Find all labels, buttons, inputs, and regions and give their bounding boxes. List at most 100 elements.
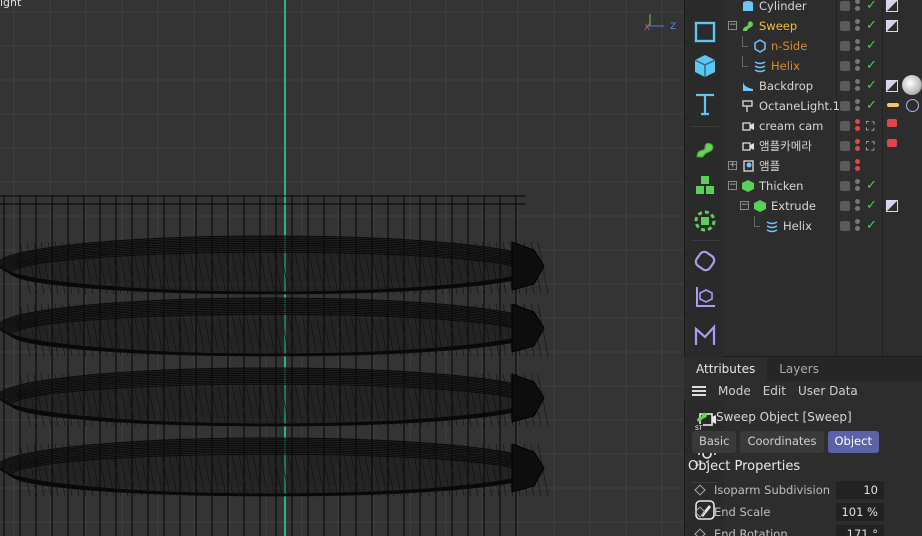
visibility-dots-icon[interactable] [855, 118, 861, 134]
object-name[interactable]: Helix [783, 219, 812, 233]
layer-swatch-icon[interactable] [840, 1, 850, 11]
visibility-dots-icon[interactable] [855, 98, 861, 114]
object-name[interactable]: OctaneLight.1 [759, 99, 840, 113]
enabled-check-icon[interactable]: ✓ [866, 58, 877, 73]
text-icon[interactable] [689, 88, 721, 120]
object-name[interactable]: Extrude [771, 199, 816, 213]
menu-mode[interactable]: Mode [718, 384, 751, 398]
object-row[interactable]: cream cam ⛶ [724, 116, 922, 136]
layer-swatch-icon[interactable] [840, 161, 850, 171]
enabled-check-icon[interactable]: ✓ [866, 38, 877, 53]
menu-icon[interactable] [692, 386, 706, 396]
object-name[interactable]: Cylinder [759, 0, 807, 13]
enabled-check-icon[interactable]: ✓ [866, 98, 877, 113]
layer-swatch-icon[interactable] [840, 81, 850, 91]
tab-layers[interactable]: Layers [767, 357, 831, 381]
layer-swatch-icon[interactable] [840, 21, 850, 31]
expand-toggle-icon[interactable]: − [728, 181, 737, 190]
visibility-dots-icon[interactable] [855, 158, 861, 174]
expand-toggle-icon[interactable]: − [728, 21, 737, 30]
visibility-dots-icon[interactable] [855, 138, 861, 154]
object-name[interactable]: n-Side [771, 39, 807, 53]
visibility-dots-icon[interactable] [855, 198, 861, 214]
render-camera-tag-icon[interactable] [887, 119, 897, 127]
object-name[interactable]: cream cam [759, 119, 823, 133]
object-name[interactable]: Backdrop [759, 79, 813, 93]
object-name[interactable]: Thicken [759, 179, 803, 193]
visibility-dots-icon[interactable] [855, 218, 861, 234]
cube-outline-icon[interactable] [689, 16, 721, 48]
object-row[interactable]: + 앰플 [724, 156, 922, 176]
object-row[interactable]: n-Side ✓ [724, 36, 922, 56]
target-tag-icon[interactable] [906, 99, 919, 112]
expand-toggle-icon[interactable]: + [728, 161, 737, 170]
light-tag-icon[interactable] [887, 103, 899, 107]
enabled-check-icon[interactable]: ✓ [866, 18, 877, 33]
object-row[interactable]: − Sweep ✓ [724, 16, 922, 36]
visibility-dots-icon[interactable] [855, 18, 861, 34]
material-tag-icon[interactable] [886, 200, 898, 212]
object-name[interactable]: 앰플카메라 [759, 138, 812, 154]
cubes-icon[interactable] [689, 170, 721, 202]
visibility-dots-icon[interactable] [855, 38, 861, 54]
subtab-object[interactable]: Object [827, 431, 879, 453]
object-row[interactable]: − Thicken ✓ [724, 176, 922, 196]
keyframe-diamond-icon[interactable] [694, 484, 706, 496]
object-row[interactable]: Cylinder ✓ [724, 0, 922, 16]
enabled-check-icon[interactable]: ✓ [866, 0, 877, 13]
subtab-coordinates[interactable]: Coordinates [740, 431, 824, 453]
object-row[interactable]: − Extrude ✓ [724, 196, 922, 216]
layer-swatch-icon[interactable] [840, 121, 850, 131]
property-row: End Scale 101 % [684, 502, 922, 522]
cube-icon[interactable] [689, 50, 721, 82]
camera-target-icon[interactable]: ⛶ [866, 139, 874, 154]
object-row[interactable]: Backdrop ✓ [724, 75, 922, 96]
layer-swatch-icon[interactable] [840, 201, 850, 211]
object-name[interactable]: 앰플 [759, 158, 780, 174]
layer-swatch-icon[interactable] [840, 221, 850, 231]
enabled-check-icon[interactable]: ✓ [866, 178, 877, 193]
menu-edit[interactable]: Edit [763, 384, 786, 398]
object-row[interactable]: Helix ✓ [724, 216, 922, 236]
keyframe-diamond-icon[interactable] [694, 528, 706, 536]
object-row[interactable]: Helix ✓ [724, 56, 922, 76]
camera-target-icon[interactable]: ⛶ [866, 119, 874, 134]
object-row[interactable]: 앰플카메라 ⛶ [724, 136, 922, 156]
helix-tube [0, 437, 549, 497]
enabled-check-icon[interactable]: ✓ [866, 78, 877, 93]
sweep-icon[interactable] [689, 134, 721, 166]
layer-swatch-icon[interactable] [840, 181, 850, 191]
enabled-check-icon[interactable]: ✓ [866, 198, 877, 213]
menu-user-data[interactable]: User Data [798, 384, 858, 398]
layer-swatch-icon[interactable] [840, 41, 850, 51]
expand-toggle-icon[interactable]: − [740, 201, 749, 210]
material-tag-icon[interactable] [886, 0, 898, 12]
material-tag-icon[interactable] [886, 80, 898, 92]
layer-swatch-icon[interactable] [840, 101, 850, 111]
material-tag-icon[interactable] [886, 20, 898, 32]
deformer-icon[interactable] [689, 245, 721, 277]
property-value-field[interactable]: 171 ° [836, 525, 884, 536]
property-value-field[interactable]: 101 % [836, 503, 884, 521]
visibility-dots-icon[interactable] [855, 58, 861, 74]
property-value-field[interactable]: 10 [836, 481, 884, 499]
field-icon[interactable] [689, 320, 721, 352]
visibility-dots-icon[interactable] [855, 178, 861, 194]
enabled-check-icon[interactable]: ✓ [866, 218, 877, 233]
render-camera-tag-icon[interactable] [887, 139, 897, 147]
3d-viewport[interactable]: ight X Z [0, 0, 684, 536]
gear-cube-icon[interactable] [689, 205, 721, 237]
material-sphere-icon[interactable] [902, 75, 922, 95]
layer-swatch-icon[interactable] [840, 141, 850, 151]
object-name[interactable]: Sweep [759, 19, 797, 33]
helix-tube [0, 235, 549, 295]
visibility-dots-icon[interactable] [855, 78, 861, 94]
keyframe-diamond-icon[interactable] [694, 506, 706, 518]
subtab-basic[interactable]: Basic [692, 431, 737, 453]
layer-swatch-icon[interactable] [840, 61, 850, 71]
object-row[interactable]: OctaneLight.1 ✓ [724, 96, 922, 116]
coordinate-icon[interactable] [689, 281, 721, 313]
tab-attributes[interactable]: Attributes [684, 357, 768, 381]
object-name[interactable]: Helix [771, 59, 800, 73]
visibility-dots-icon[interactable] [855, 0, 861, 14]
